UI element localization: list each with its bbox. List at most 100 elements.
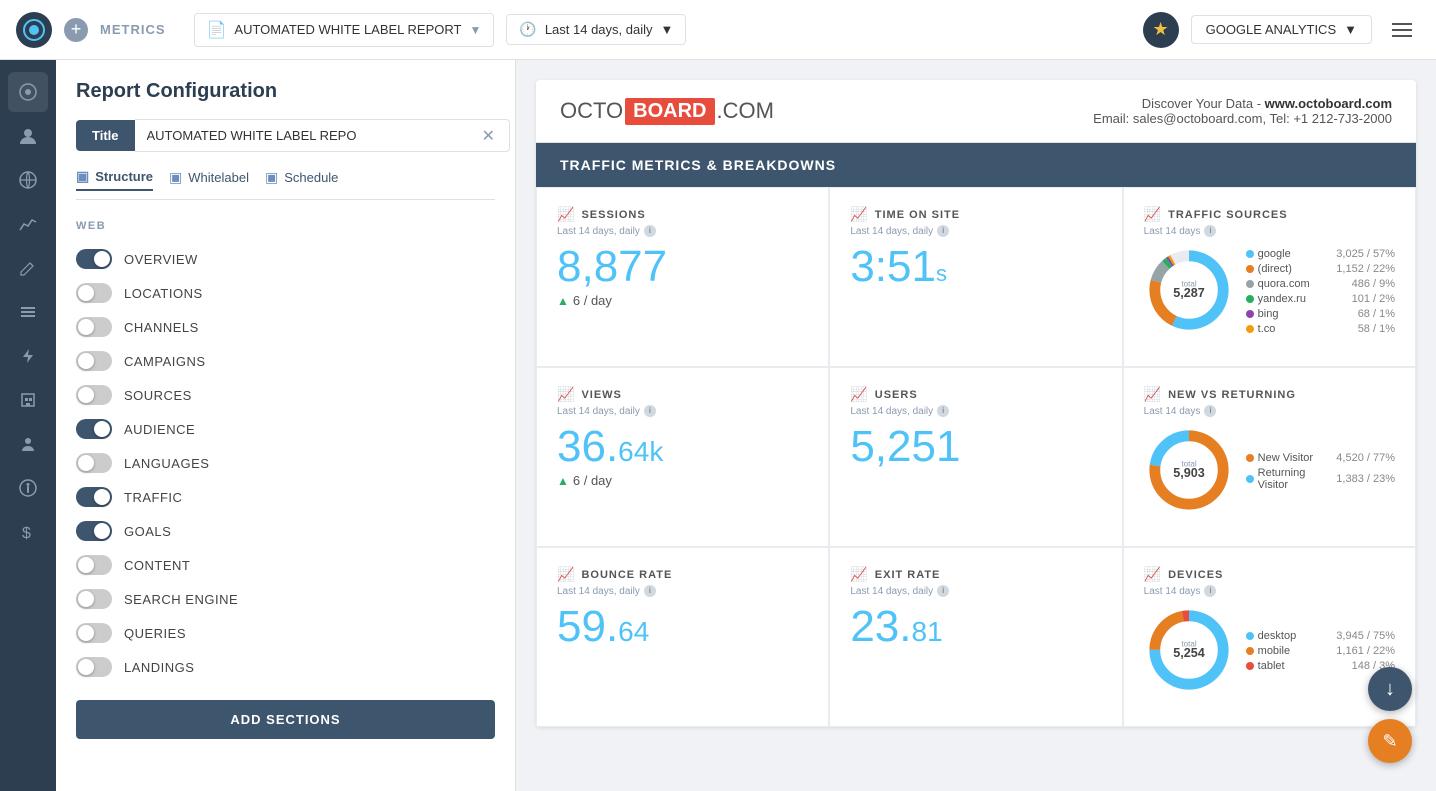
up-arrow-icon: ▲ bbox=[557, 474, 569, 488]
hamburger-line bbox=[1392, 29, 1412, 31]
add-button[interactable]: + bbox=[64, 18, 88, 42]
legend-values: 1,152 / 22% bbox=[1336, 263, 1395, 275]
tab-whitelabel[interactable]: ▣ Whitelabel bbox=[169, 168, 249, 191]
legend-values: 486 / 9% bbox=[1352, 278, 1395, 290]
toggle-label-traffic: TRAFFIC bbox=[124, 490, 182, 505]
gear-icon: ★ bbox=[1153, 19, 1169, 40]
sidebar-item-info[interactable] bbox=[8, 468, 48, 508]
sidebar-item-chart[interactable] bbox=[8, 204, 48, 244]
donut-area: total 5,287 google 3,025 / 57% (direct) … bbox=[1144, 237, 1395, 348]
section-header: TRAFFIC METRICS & BREAKDOWNS bbox=[536, 143, 1416, 187]
metric-card-new-vs-returning: 📈 NEW VS RETURNING Last 14 days i total … bbox=[1123, 367, 1416, 547]
toggle-languages[interactable] bbox=[76, 453, 112, 473]
toggle-label-audience: AUDIENCE bbox=[124, 422, 195, 437]
metric-card-sessions: 📈 SESSIONS Last 14 days, daily i 8,877 ▲… bbox=[536, 187, 829, 367]
whitelabel-icon: ▣ bbox=[169, 169, 182, 186]
trend-icon: 📈 bbox=[557, 566, 575, 583]
legend-list: google 3,025 / 57% (direct) 1,152 / 22% … bbox=[1246, 248, 1395, 338]
legend-name: tablet bbox=[1258, 660, 1352, 672]
metric-value: 8,877 bbox=[557, 245, 808, 289]
toggle-label-channels: CHANNELS bbox=[124, 320, 199, 335]
trend-icon: 📈 bbox=[850, 386, 868, 403]
ga-selector[interactable]: GOOGLE ANALYTICS ▼ bbox=[1191, 15, 1372, 44]
legend-item: quora.com 486 / 9% bbox=[1246, 278, 1395, 290]
sidebar-item-users[interactable] bbox=[8, 116, 48, 156]
title-clear-button[interactable]: ✕ bbox=[482, 126, 495, 146]
toggle-locations[interactable] bbox=[76, 283, 112, 303]
sidebar-icons: $ bbox=[0, 60, 56, 791]
toggle-label-search-engine: SEARCH ENGINE bbox=[124, 592, 238, 607]
settings-icon-button[interactable]: ★ bbox=[1143, 12, 1179, 48]
metric-card-exit-rate: 📈 EXIT RATE Last 14 days, daily i 23.81 bbox=[829, 547, 1122, 727]
metrics-grid: 📈 SESSIONS Last 14 days, daily i 8,877 ▲… bbox=[536, 187, 1416, 727]
date-selector[interactable]: 🕐 Last 14 days, daily ▼ bbox=[506, 14, 686, 45]
sidebar-item-pen[interactable] bbox=[8, 248, 48, 288]
sidebar-item-flash[interactable] bbox=[8, 336, 48, 376]
svg-text:5,903: 5,903 bbox=[1173, 466, 1205, 480]
tel: +1 212-7J3-2000 bbox=[1293, 111, 1392, 126]
toggle-campaigns[interactable] bbox=[76, 351, 112, 371]
trend-icon: 📈 bbox=[1144, 206, 1162, 223]
toggle-landings[interactable] bbox=[76, 657, 112, 677]
config-tabs: ▣ Structure ▣ Whitelabel ▣ Schedule bbox=[76, 168, 495, 200]
toggle-queries[interactable] bbox=[76, 623, 112, 643]
metric-subtitle: Last 14 days, daily i bbox=[557, 405, 808, 417]
sidebar-item-globe[interactable] bbox=[8, 160, 48, 200]
metric-title: 📈 NEW VS RETURNING bbox=[1144, 386, 1395, 403]
chevron-down-icon-ga: ▼ bbox=[1344, 22, 1357, 37]
legend-values: 58 / 1% bbox=[1358, 323, 1395, 335]
add-sections-button[interactable]: ADD SECTIONS bbox=[76, 700, 495, 739]
toggle-goals[interactable] bbox=[76, 521, 112, 541]
legend-dot bbox=[1246, 265, 1254, 273]
legend-name: (direct) bbox=[1258, 263, 1337, 275]
metric-value: 59.64 bbox=[557, 605, 808, 649]
toggle-label-landings: LANDINGS bbox=[124, 660, 194, 675]
info-icon: i bbox=[1204, 585, 1216, 597]
metric-value: 36.64k bbox=[557, 425, 808, 469]
metric-title: 📈 USERS bbox=[850, 386, 1101, 403]
menu-button[interactable] bbox=[1384, 12, 1420, 48]
svg-text:$: $ bbox=[22, 525, 31, 542]
edit-button[interactable]: ✎ bbox=[1368, 719, 1412, 763]
hamburger-line bbox=[1392, 35, 1412, 37]
metric-subtitle: Last 14 days, daily i bbox=[850, 405, 1101, 417]
section-title: TRAFFIC METRICS & BREAKDOWNS bbox=[560, 157, 836, 173]
info-icon: i bbox=[937, 585, 949, 597]
legend-name: bing bbox=[1258, 308, 1358, 320]
metric-card-time-on-site: 📈 TIME ON SITE Last 14 days, daily i 3:5… bbox=[829, 187, 1122, 367]
donut-area: total 5,254 desktop 3,945 / 75% mobile 1… bbox=[1144, 597, 1395, 708]
title-row: Title ✕ bbox=[76, 119, 495, 152]
tab-schedule[interactable]: ▣ Schedule bbox=[265, 168, 338, 191]
metric-card-users: 📈 USERS Last 14 days, daily i 5,251 bbox=[829, 367, 1122, 547]
metric-subtitle: Last 14 days, daily i bbox=[557, 585, 808, 597]
toggle-traffic[interactable] bbox=[76, 487, 112, 507]
toggle-search-engine[interactable] bbox=[76, 589, 112, 609]
metric-title: 📈 TRAFFIC SOURCES bbox=[1144, 206, 1395, 223]
download-button[interactable]: ↓ bbox=[1368, 667, 1412, 711]
legend-values: 1,161 / 22% bbox=[1336, 645, 1395, 657]
toggle-sources[interactable] bbox=[76, 385, 112, 405]
toggle-content[interactable] bbox=[76, 555, 112, 575]
report-selector[interactable]: 📄 AUTOMATED WHITE LABEL REPORT ▼ bbox=[194, 13, 495, 47]
toggle-label-campaigns: CAMPAIGNS bbox=[124, 354, 206, 369]
sidebar-item-dashboard[interactable] bbox=[8, 72, 48, 112]
sidebar-item-list[interactable] bbox=[8, 292, 48, 332]
trend-icon: 📈 bbox=[1144, 566, 1162, 583]
metric-change: ▲ 6 / day bbox=[557, 473, 808, 488]
toggle-row-campaigns: CAMPAIGNS bbox=[76, 344, 495, 378]
metric-value: 23.81 bbox=[850, 605, 1101, 649]
tel-label: Tel: bbox=[1269, 111, 1289, 126]
toggle-channels[interactable] bbox=[76, 317, 112, 337]
legend-list: New Visitor 4,520 / 77% Returning Visito… bbox=[1246, 452, 1395, 494]
sidebar-item-dollar[interactable]: $ bbox=[8, 512, 48, 552]
sidebar-item-building[interactable] bbox=[8, 380, 48, 420]
legend-dot bbox=[1246, 475, 1254, 483]
donut-chart: total 5,254 bbox=[1144, 605, 1234, 700]
title-input[interactable] bbox=[135, 119, 510, 152]
sidebar-item-person[interactable] bbox=[8, 424, 48, 464]
toggle-overview[interactable] bbox=[76, 249, 112, 269]
toggle-audience[interactable] bbox=[76, 419, 112, 439]
tab-structure[interactable]: ▣ Structure bbox=[76, 168, 153, 191]
web-section-label: WEB bbox=[76, 220, 495, 232]
email: sales@octoboard.com bbox=[1133, 111, 1263, 126]
